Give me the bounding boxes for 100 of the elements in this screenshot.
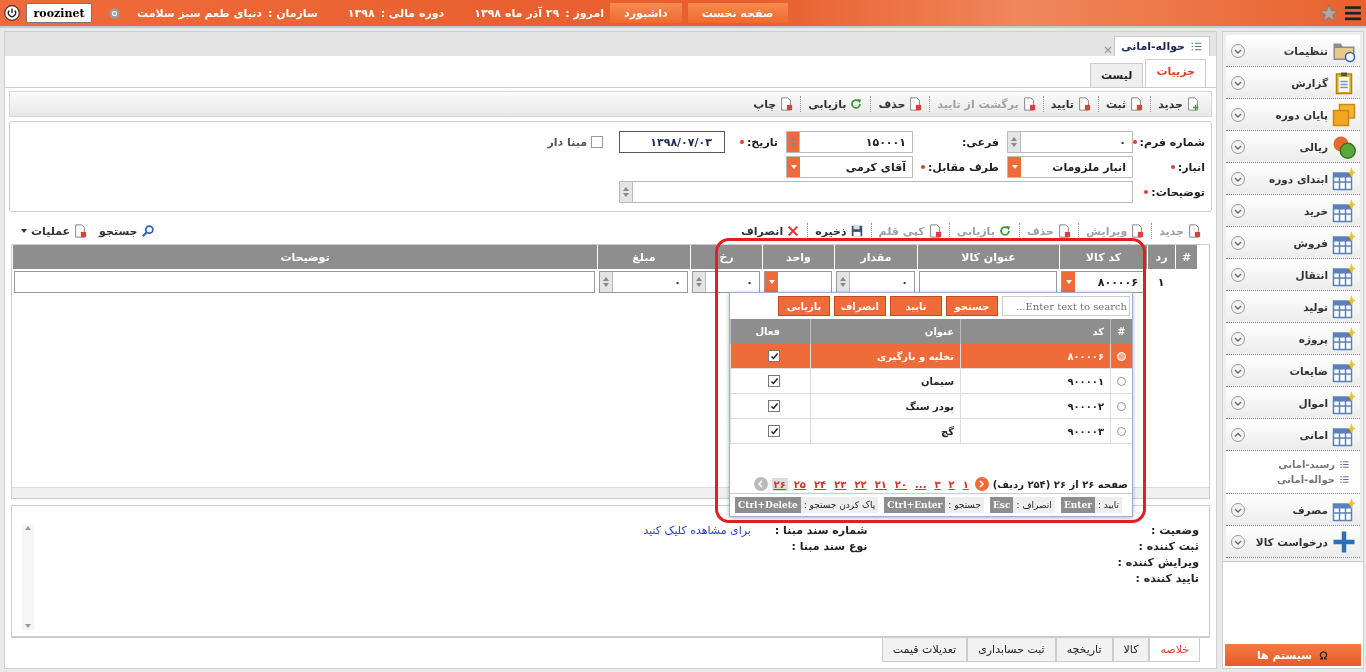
previous-page-icon[interactable] [753, 477, 768, 491]
spin-button[interactable] [787, 132, 800, 152]
quantity-field[interactable]: ۰ [836, 271, 915, 293]
toolbar-button[interactable]: بازیابی [803, 95, 869, 113]
vertical-scrollbar[interactable] [22, 524, 34, 630]
page-link[interactable]: ۲۳ [832, 477, 849, 491]
checkbox[interactable] [591, 136, 603, 148]
page-link[interactable]: ۲۲ [852, 477, 869, 491]
number-field[interactable]: ۱۵۰۰۰۱ [786, 131, 913, 153]
sidebar-item[interactable]: فروش [1226, 227, 1360, 259]
checkbox[interactable] [768, 350, 780, 362]
sidebar-item[interactable]: تنظیمات [1226, 35, 1360, 67]
document-tab[interactable]: حواله-امانی [1114, 36, 1210, 56]
radio-button[interactable] [1117, 376, 1126, 386]
toolbar-button[interactable]: حذف [873, 95, 928, 113]
toolbar-button[interactable]: جستجو [94, 222, 160, 240]
chevron-down-icon[interactable] [1230, 501, 1246, 518]
dropdown-button[interactable] [1062, 272, 1075, 292]
spin-button[interactable] [1008, 132, 1021, 152]
sidebar-item[interactable]: ریالی [1226, 131, 1360, 163]
rate-field[interactable]: ۰ [692, 271, 760, 293]
dropdown-button[interactable] [765, 272, 778, 292]
tab[interactable]: لیست [1089, 63, 1144, 87]
code-field[interactable]: ۸۰۰۰۰۶ [1061, 271, 1145, 293]
sidebar-item[interactable]: گزارش [1226, 67, 1360, 99]
sidebar-item[interactable]: درخواست کالا [1226, 526, 1360, 558]
toolbar-button[interactable]: ثبت [1100, 95, 1149, 113]
chevron-down-icon[interactable] [1230, 330, 1246, 347]
spin-button[interactable] [620, 182, 633, 202]
chevron-down-icon[interactable] [1230, 74, 1246, 91]
toolbar-button[interactable]: جدید [1153, 95, 1205, 113]
sidebar-item[interactable]: پروژه [1226, 323, 1360, 355]
page-link[interactable]: ۲۴ [811, 477, 829, 491]
chevron-down-icon[interactable] [1230, 266, 1246, 283]
description-field[interactable] [619, 181, 1133, 203]
page-link[interactable]: ۲ [946, 477, 957, 491]
up-arrow-icon[interactable] [25, 526, 31, 530]
spin-button[interactable] [837, 272, 850, 292]
page-link[interactable]: ۲۵ [791, 477, 808, 491]
chevron-up-icon[interactable] [1230, 426, 1246, 443]
sidebar-item[interactable]: خرید [1226, 195, 1360, 227]
chevron-down-icon[interactable] [1230, 298, 1246, 315]
toolbar-button[interactable]: چاپ [748, 95, 799, 113]
sidebar-item[interactable]: امانی [1226, 419, 1360, 451]
date-field[interactable]: ۱۳۹۸/۰۷/۰۳ [619, 131, 725, 153]
tab[interactable]: تاریخچه [1055, 638, 1113, 662]
chevron-down-icon[interactable] [1230, 42, 1246, 59]
page-link[interactable]: ۲۶ [771, 477, 788, 491]
sidebar-item[interactable]: مصرف [1226, 494, 1360, 526]
checkbox[interactable] [768, 425, 780, 437]
toolbar-button[interactable]: تایید [1045, 95, 1096, 113]
tab[interactable]: خلاصه [1149, 638, 1200, 662]
spin-button[interactable] [693, 272, 706, 292]
menu-icon[interactable] [1344, 4, 1362, 22]
chevron-down-icon[interactable] [1230, 138, 1246, 155]
dropdown-field[interactable]: انبار ملزومات [1007, 156, 1133, 178]
settings-icon[interactable] [108, 6, 121, 20]
down-arrow-icon[interactable] [25, 624, 31, 628]
power-icon[interactable] [4, 5, 20, 21]
submenu-item[interactable]: حواله-امانی [1226, 472, 1360, 487]
search-field[interactable]: Enter text to search... [1002, 296, 1130, 316]
toolbar-button[interactable]: ذخیره [810, 222, 869, 240]
next-page-icon[interactable] [974, 477, 989, 491]
sidebar-item[interactable]: اموال [1226, 387, 1360, 419]
page-link[interactable]: ۳ [932, 477, 943, 491]
toolbar-button[interactable]: عملیات [15, 222, 93, 240]
chevron-down-icon[interactable] [1230, 394, 1246, 411]
page-link[interactable]: ۲۰ [892, 477, 910, 491]
checkbox[interactable] [768, 400, 780, 412]
radio-button[interactable] [1117, 426, 1126, 436]
sidebar-item[interactable]: ابتدای دوره [1226, 163, 1360, 195]
sidebar-item[interactable]: پایان دوره [1226, 99, 1360, 131]
toolbar-button[interactable]: انصراف [736, 222, 806, 240]
number-field[interactable]: ۰ [1007, 131, 1133, 153]
title-field[interactable] [919, 271, 1057, 293]
view-link[interactable]: برای مشاهده کلیک کنید [643, 524, 751, 537]
chevron-down-icon[interactable] [1230, 234, 1246, 251]
sidebar-item[interactable]: ضایعات [1226, 355, 1360, 387]
submenu-item[interactable]: رسید-امانی [1226, 457, 1360, 472]
description-field[interactable] [14, 271, 595, 293]
chevron-down-icon[interactable] [1230, 533, 1246, 550]
page-link[interactable]: ۲۱ [872, 477, 889, 491]
tab[interactable]: تعدیلات قیمت [881, 638, 968, 662]
chevron-down-icon[interactable] [1230, 170, 1246, 187]
sidebar-item[interactable]: انتقال [1226, 259, 1360, 291]
checkbox[interactable] [768, 375, 780, 387]
chevron-down-icon[interactable] [1230, 202, 1246, 219]
dropdown-button[interactable] [1008, 157, 1021, 177]
radio-button[interactable] [1117, 401, 1126, 411]
chevron-down-icon[interactable] [1230, 106, 1246, 123]
tab[interactable]: ثبت حسابداری [967, 638, 1056, 662]
tab[interactable]: جزییات [1145, 59, 1206, 87]
page-link[interactable]: ۱ [960, 477, 971, 491]
amount-field[interactable]: ۰ [599, 271, 688, 293]
tab[interactable]: کالا [1112, 638, 1150, 662]
star-icon[interactable] [1320, 4, 1338, 22]
page-link[interactable]: ... [913, 477, 929, 491]
chevron-down-icon[interactable] [1230, 362, 1246, 379]
dropdown-button[interactable] [787, 157, 800, 177]
sidebar-item[interactable]: تولید [1226, 291, 1360, 323]
